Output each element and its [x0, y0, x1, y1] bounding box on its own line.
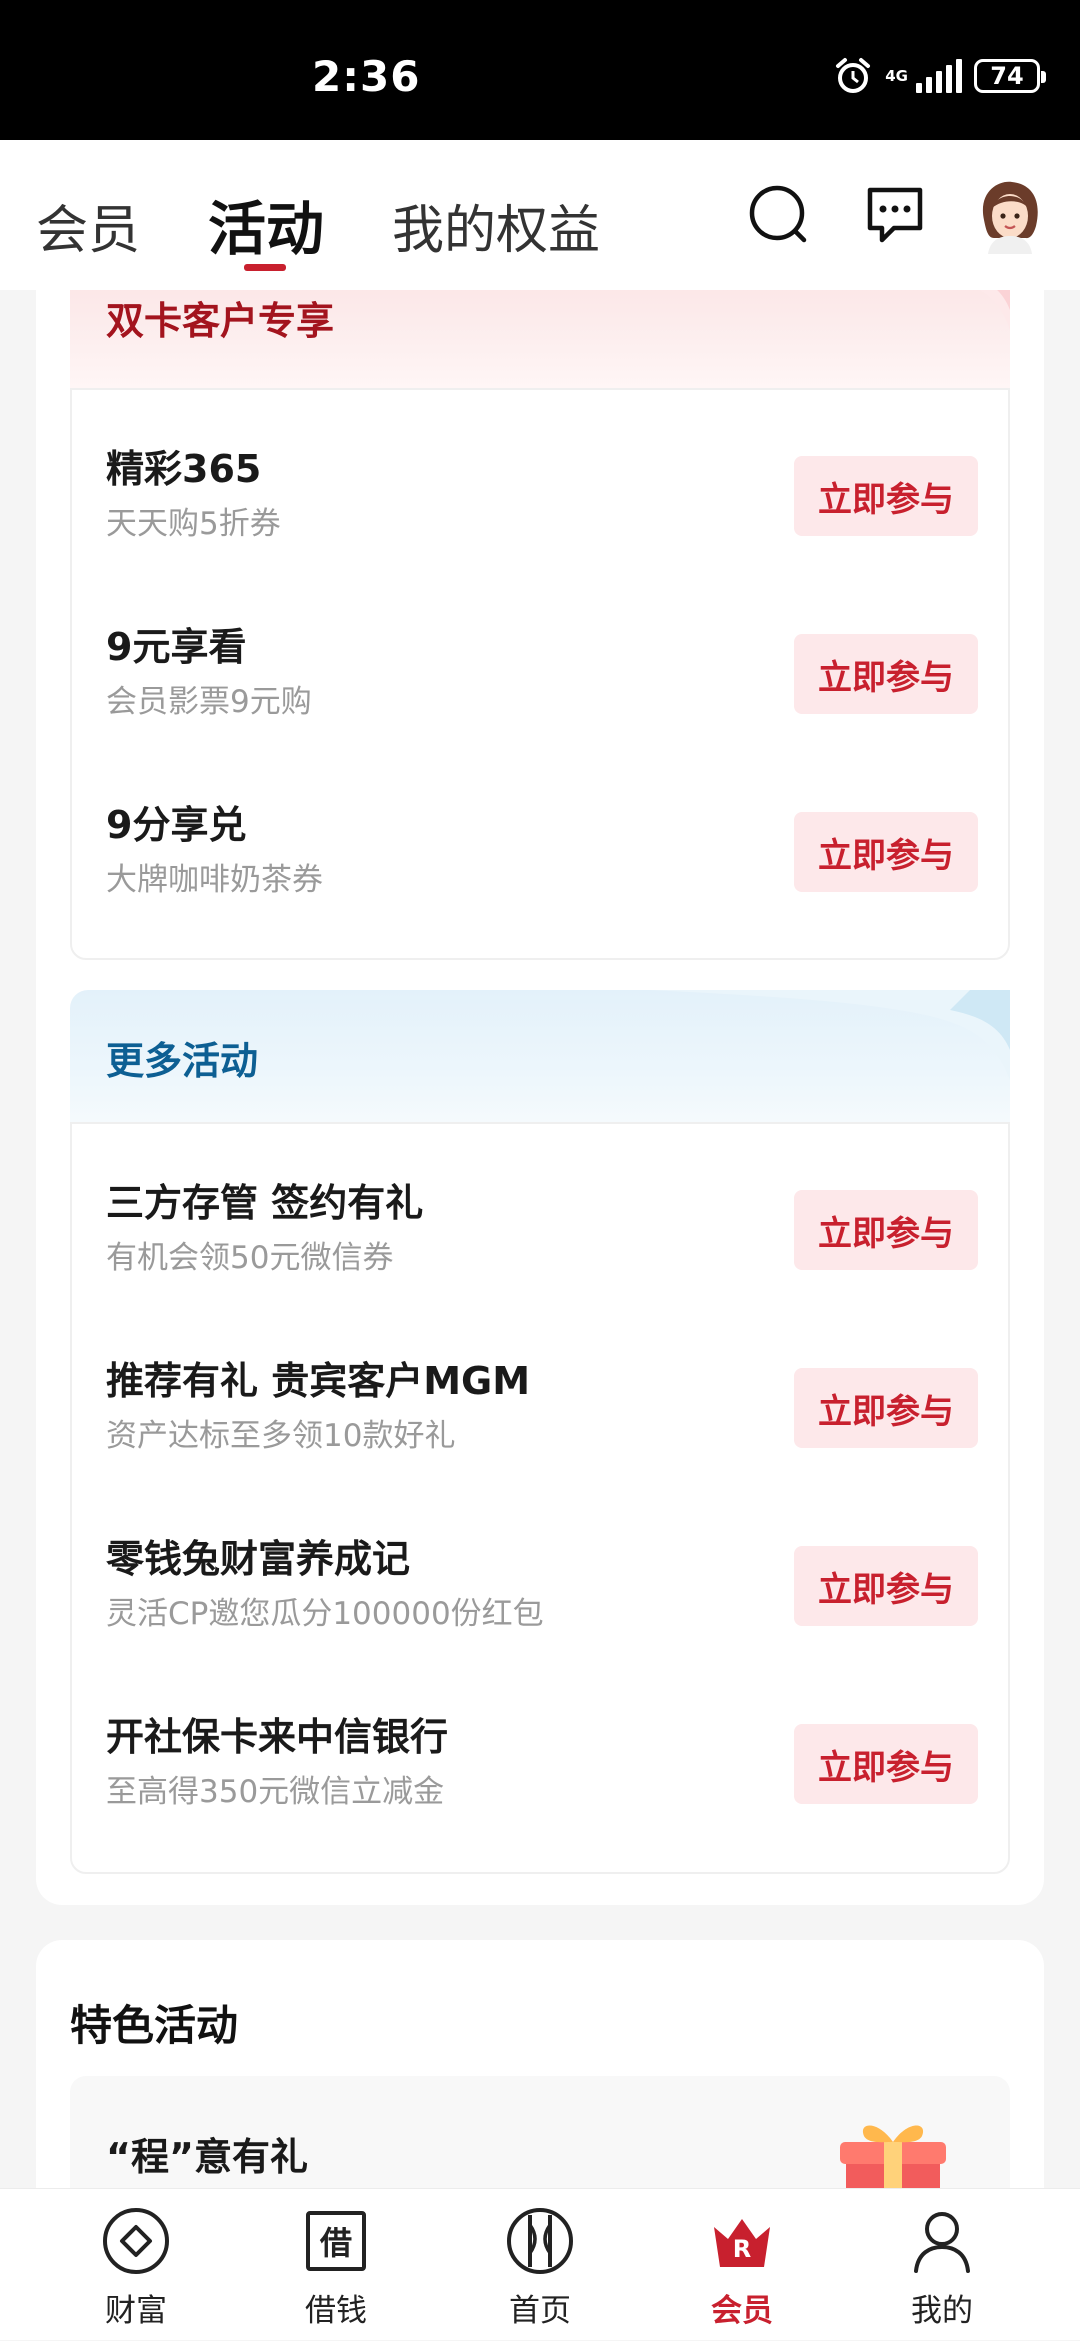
list-item[interactable]: 9元享看 会员影票9元购 立即参与	[72, 568, 1012, 746]
join-button[interactable]: 立即参与	[794, 1546, 978, 1626]
section-header-more-activities: 更多活动	[70, 990, 1010, 1122]
join-button[interactable]: 立即参与	[794, 634, 978, 714]
bottom-nav-wealth[interactable]: 财富	[56, 2189, 216, 2341]
active-tab-indicator	[244, 264, 286, 271]
featured-card-title: “程”意有礼	[106, 2135, 308, 2179]
top-nav: 会员 活动 我的权益	[0, 140, 1080, 290]
avatar[interactable]	[974, 178, 1046, 254]
item-title: 9元享看	[106, 625, 247, 669]
page-curl-decoration	[650, 990, 1010, 1080]
battery-level: 74	[990, 62, 1024, 90]
member-crown-icon: R	[706, 2205, 778, 2277]
page-curl-decoration	[979, 290, 1010, 330]
featured-title: 特色活动	[70, 2001, 239, 2050]
join-button[interactable]: 立即参与	[794, 456, 978, 536]
search-icon[interactable]	[748, 184, 810, 246]
more-activities-list: 三方存管 签约有礼 有机会领50元微信券 立即参与 推荐有礼 贵宾客户MGM 资…	[70, 1122, 1010, 1874]
item-subtitle: 会员影票9元购	[106, 684, 312, 720]
dual-card-activity-list: 精彩365 天天购5折券 立即参与 9元享看 会员影票9元购 立即参与 9分享兑…	[70, 388, 1010, 960]
bottom-nav-label: 财富	[105, 2293, 167, 2329]
item-subtitle: 大牌咖啡奶茶券	[106, 862, 323, 898]
bottom-nav-borrow[interactable]: 借 借钱	[256, 2189, 416, 2341]
activities-content[interactable]: 双卡客户专享 精彩365 天天购5折券 立即参与 9元享看 会员影票9元购 立即…	[0, 290, 1080, 2190]
list-item[interactable]: 9分享兑 大牌咖啡奶茶券 立即参与	[72, 746, 1012, 924]
item-title: 零钱兔财富养成记	[106, 1537, 411, 1581]
home-icon	[504, 2205, 576, 2277]
network-type: 4G	[885, 67, 908, 85]
featured-card[interactable]: “程”意有礼	[70, 2076, 1010, 2190]
item-subtitle: 天天购5折券	[106, 506, 281, 542]
battery-icon: 74	[974, 59, 1046, 93]
join-button[interactable]: 立即参与	[794, 1190, 978, 1270]
tab-my-benefits[interactable]: 我的权益	[392, 188, 600, 263]
section-title: 双卡客户专享	[106, 299, 335, 343]
list-item[interactable]: 三方存管 签约有礼 有机会领50元微信券 立即参与	[72, 1124, 1012, 1302]
item-title: 开社保卡来中信银行	[106, 1715, 449, 1759]
alarm-icon	[836, 58, 871, 93]
list-item[interactable]: 开社保卡来中信银行 至高得350元微信立减金 立即参与	[72, 1658, 1012, 1836]
gift-box-icon	[840, 2125, 946, 2190]
item-title: 精彩365	[106, 447, 262, 491]
borrow-glyph: 借	[306, 2211, 366, 2271]
item-title: 9分享兑	[106, 803, 247, 847]
wealth-icon	[100, 2205, 172, 2277]
message-icon[interactable]	[864, 184, 926, 246]
item-subtitle: 资产达标至多领10款好礼	[106, 1418, 456, 1454]
tab-member[interactable]: 会员	[36, 188, 140, 263]
featured-activities-panel: 特色活动 “程”意有礼	[36, 1940, 1044, 2190]
join-button[interactable]: 立即参与	[794, 1368, 978, 1448]
bottom-nav-label: 我的	[911, 2293, 973, 2329]
bottom-nav-label: 借钱	[305, 2293, 367, 2329]
bottom-nav-label: 会员	[711, 2293, 773, 2329]
section-title: 更多活动	[106, 1039, 259, 1083]
item-subtitle: 灵活CP邀您瓜分100000份红包	[106, 1596, 544, 1632]
status-bar: 2:36 4G 74	[0, 0, 1080, 140]
list-item[interactable]: 推荐有礼 贵宾客户MGM 资产达标至多领10款好礼 立即参与	[72, 1302, 1012, 1480]
bottom-nav-home[interactable]: 首页	[460, 2189, 620, 2341]
signal-icon	[916, 59, 962, 93]
tab-activities[interactable]: 活动	[208, 182, 324, 266]
status-indicators: 4G 74	[833, 56, 1046, 96]
member-glyph: R	[732, 2235, 752, 2263]
item-title: 推荐有礼 贵宾客户MGM	[106, 1359, 531, 1403]
list-item[interactable]: 零钱兔财富养成记 灵活CP邀您瓜分100000份红包 立即参与	[72, 1480, 1012, 1658]
bottom-nav-label: 首页	[509, 2293, 571, 2329]
join-button[interactable]: 立即参与	[794, 1724, 978, 1804]
item-subtitle: 至高得350元微信立减金	[106, 1774, 445, 1810]
bottom-nav-member[interactable]: R 会员	[662, 2189, 822, 2341]
status-time: 2:36	[312, 52, 421, 101]
item-subtitle: 有机会领50元微信券	[106, 1240, 394, 1276]
profile-icon	[906, 2205, 978, 2277]
list-item[interactable]: 精彩365 天天购5折券 立即参与	[72, 390, 1012, 568]
bottom-nav-mine[interactable]: 我的	[862, 2189, 1022, 2341]
bottom-nav: 财富 借 借钱 首页 R 会员 我的	[0, 2188, 1080, 2340]
item-title: 三方存管 签约有礼	[106, 1181, 424, 1225]
section-header-dual-card: 双卡客户专享	[70, 290, 1010, 388]
join-button[interactable]: 立即参与	[794, 812, 978, 892]
borrow-icon: 借	[300, 2205, 372, 2277]
